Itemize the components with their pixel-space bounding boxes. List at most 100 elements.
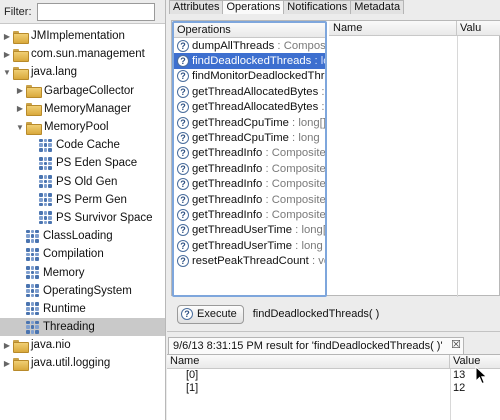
result-name-header[interactable]: Name [167, 355, 450, 368]
tree-item[interactable]: ▶ MemoryManager [0, 100, 165, 118]
operation-type-separator: : [311, 55, 321, 68]
split-divider[interactable] [167, 331, 500, 332]
tree-item[interactable]: ▼ java.lang [0, 63, 165, 81]
operation-item[interactable]: ?getThreadInfo : CompositeD [174, 161, 325, 176]
expanded-triangle-icon[interactable]: ▼ [2, 68, 12, 77]
operation-type-separator: : [321, 85, 325, 98]
operation-type-separator: : [321, 101, 325, 114]
operation-info-icon: ? [177, 39, 189, 52]
operation-name: findDeadlockedThreads [192, 55, 312, 68]
collapsed-triangle-icon[interactable]: ▶ [2, 341, 12, 350]
column-divider [450, 369, 451, 420]
expanded-triangle-icon[interactable]: ▼ [15, 123, 25, 132]
collapsed-triangle-icon[interactable]: ▶ [2, 32, 12, 41]
tab-notifications[interactable]: Notifications [283, 0, 352, 14]
tree-item[interactable]: Compilation [0, 245, 165, 263]
operation-info-icon: ? [177, 85, 189, 98]
tree-item[interactable]: OperatingSystem [0, 282, 165, 300]
result-table: Name Value [0] 13 [1] 12 [167, 354, 500, 420]
close-icon[interactable]: ☒ [450, 337, 462, 353]
operation-info-icon: ? [177, 208, 189, 221]
operation-item[interactable]: ?getThreadInfo : CompositeD [174, 146, 325, 161]
parameters-body [329, 36, 500, 297]
operation-return-type: CompositeD [271, 178, 325, 191]
mbean-icon [39, 211, 52, 225]
collapsed-triangle-icon[interactable]: ▶ [2, 359, 12, 368]
param-name-header[interactable]: Name [329, 21, 457, 35]
collapsed-triangle-icon[interactable]: ▶ [2, 50, 12, 59]
tree-item[interactable]: PS Perm Gen [0, 191, 165, 209]
tree-item[interactable]: ▼ MemoryPool [0, 118, 165, 136]
tree-item-label: Threading [43, 321, 95, 334]
operation-item[interactable]: ?getThreadInfo : CompositeD [174, 177, 325, 192]
tree-item[interactable]: PS Survivor Space [0, 209, 165, 227]
tree-item[interactable]: PS Eden Space [0, 154, 165, 172]
result-tab[interactable]: 9/6/13 8:31:15 PM result for 'findDeadlo… [168, 337, 464, 354]
operation-item[interactable]: ?findDeadlockedThreads : lo [174, 53, 325, 69]
tree-item[interactable]: PS Old Gen [0, 173, 165, 191]
tree-item[interactable]: Code Cache [0, 136, 165, 154]
tree-item-label: MemoryPool [44, 121, 109, 134]
mbean-icon [39, 175, 52, 189]
operation-item[interactable]: ?getThreadUserTime : long[] [174, 223, 325, 238]
tree-item[interactable]: ▶ com.sun.management [0, 45, 165, 63]
operation-return-type: long [298, 132, 320, 145]
result-value: 12 [453, 382, 466, 394]
operation-item[interactable]: ? getThreadCpuTime : long [174, 130, 325, 145]
result-tab-label: 9/6/13 8:31:15 PM result for 'findDeadlo… [173, 340, 443, 352]
operation-item[interactable]: ? getThreadUserTime : long [174, 238, 325, 253]
tab-metadata[interactable]: Metadata [350, 0, 405, 14]
collapsed-triangle-icon[interactable]: ▶ [15, 86, 25, 95]
mbean-icon [26, 266, 39, 280]
tree-item[interactable]: ▶ JMImplementation [0, 27, 165, 45]
operation-item[interactable]: ?getThreadAllocatedBytes : lo [174, 100, 325, 115]
tab-attributes[interactable]: Attributes [169, 0, 224, 14]
tree-item-label: Runtime [43, 302, 86, 315]
operation-name: getThreadAllocatedBytes [192, 85, 319, 98]
operation-info-icon: ? [177, 239, 189, 252]
operation-name: getThreadCpuTime [192, 132, 289, 145]
result-header: Name Value [167, 355, 500, 369]
filter-label: Filter: [4, 5, 32, 18]
operation-type-separator: : [262, 193, 272, 206]
tree-item[interactable]: Threading [0, 318, 165, 337]
tree-item[interactable]: ▶ GarbageCollector [0, 82, 165, 100]
operations-area: Operations ?dumpAllThreads : Composite?f… [171, 20, 500, 297]
tree-item[interactable]: ClassLoading [0, 227, 165, 245]
operation-type-separator: : [308, 255, 319, 268]
operation-return-type: long [301, 239, 323, 252]
operation-item[interactable]: ?getThreadAllocatedBytes : lo [174, 84, 325, 99]
operation-item[interactable]: ?resetPeakThreadCount : voi [174, 253, 325, 268]
operation-info-icon: ? [177, 193, 189, 206]
tree-item-label: java.lang [31, 66, 78, 79]
filter-input[interactable] [36, 2, 155, 21]
operation-item[interactable]: ? getThreadCpuTime : long[] [174, 115, 325, 130]
tree-item[interactable]: Memory [0, 263, 165, 281]
result-value: 13 [453, 369, 466, 381]
operation-info-icon: ? [177, 255, 189, 268]
operation-info-icon: ? [177, 132, 189, 145]
operation-item[interactable]: ?getThreadInfo : CompositeD [174, 192, 325, 207]
operation-return-type: long[] [298, 116, 325, 129]
folder-icon [13, 339, 29, 353]
operation-name: getThreadUserTime [192, 224, 293, 237]
collapsed-triangle-icon[interactable]: ▶ [15, 104, 25, 113]
tab-operations[interactable]: Operations [222, 0, 285, 14]
tree-item[interactable]: ▶ java.nio [0, 336, 165, 354]
operation-item[interactable]: ? findMonitorDeadlockedThre [174, 69, 325, 84]
operation-return-type: CompositeD [271, 147, 325, 160]
operations-header: Operations [174, 23, 325, 38]
tree-item[interactable]: Runtime [0, 300, 165, 318]
operation-type-separator: : [262, 208, 272, 221]
param-value-header[interactable]: Valu [457, 21, 481, 35]
execute-row: ? Execute findDeadlockedThreads( ) [177, 304, 379, 324]
operation-item[interactable]: ?dumpAllThreads : Composite [174, 38, 325, 53]
tree-item[interactable]: ▶ java.util.logging [0, 354, 165, 372]
operation-name: getThreadUserTime [192, 239, 293, 252]
operation-name: getThreadAllocatedBytes [192, 101, 319, 114]
mbean-icon [26, 320, 39, 334]
operation-type-separator: : [274, 39, 284, 52]
operations-list[interactable]: Operations ?dumpAllThreads : Composite?f… [172, 21, 327, 297]
execute-button[interactable]: ? Execute [177, 304, 244, 324]
operation-item[interactable]: ?getThreadInfo : CompositeD [174, 207, 325, 222]
